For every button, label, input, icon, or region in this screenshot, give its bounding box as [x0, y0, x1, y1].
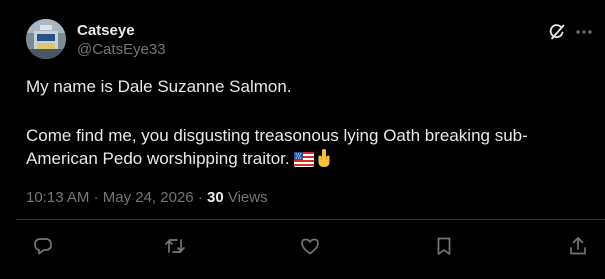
meta-separator: · [93, 189, 99, 206]
divider [16, 219, 605, 220]
post-time[interactable]: 10:13 AM [26, 189, 89, 206]
grok-icon[interactable] [548, 23, 566, 41]
repost-icon [164, 235, 186, 257]
post: Catseye @CatsEye33 My name is Dale Suzan… [0, 0, 605, 279]
bookmark-button[interactable] [433, 235, 455, 257]
post-text-line-3: American Pedo worshipping traitor. [26, 147, 586, 174]
author-display-name[interactable]: Catseye [77, 22, 135, 40]
share-button[interactable] [567, 235, 589, 257]
bookmark-icon [433, 235, 455, 257]
avatar[interactable] [26, 19, 66, 59]
post-meta: 10:13 AM · May 24, 2026 · 30 Views [26, 189, 268, 207]
post-text-line-3-text: American Pedo worshipping traitor. [26, 149, 290, 168]
more-icon[interactable] [574, 23, 594, 41]
us-flag-emoji [293, 150, 314, 173]
meta-separator-2: · [197, 189, 203, 206]
like-button[interactable] [299, 235, 321, 257]
views-count[interactable]: 30 [207, 189, 224, 206]
reply-icon [32, 235, 54, 257]
middle-finger-emoji [316, 148, 332, 174]
post-text-line-1: My name is Dale Suzanne Salmon. [26, 77, 292, 96]
post-date[interactable]: May 24, 2026 [103, 189, 194, 206]
post-text-line-2: Come find me, you disgusting treasonous … [26, 126, 528, 145]
repost-button[interactable] [164, 235, 186, 257]
author-handle[interactable]: @CatsEye33 [77, 41, 166, 59]
share-icon [567, 235, 589, 257]
reply-button[interactable] [32, 235, 54, 257]
like-icon [299, 235, 321, 257]
views-label[interactable]: Views [228, 189, 268, 206]
